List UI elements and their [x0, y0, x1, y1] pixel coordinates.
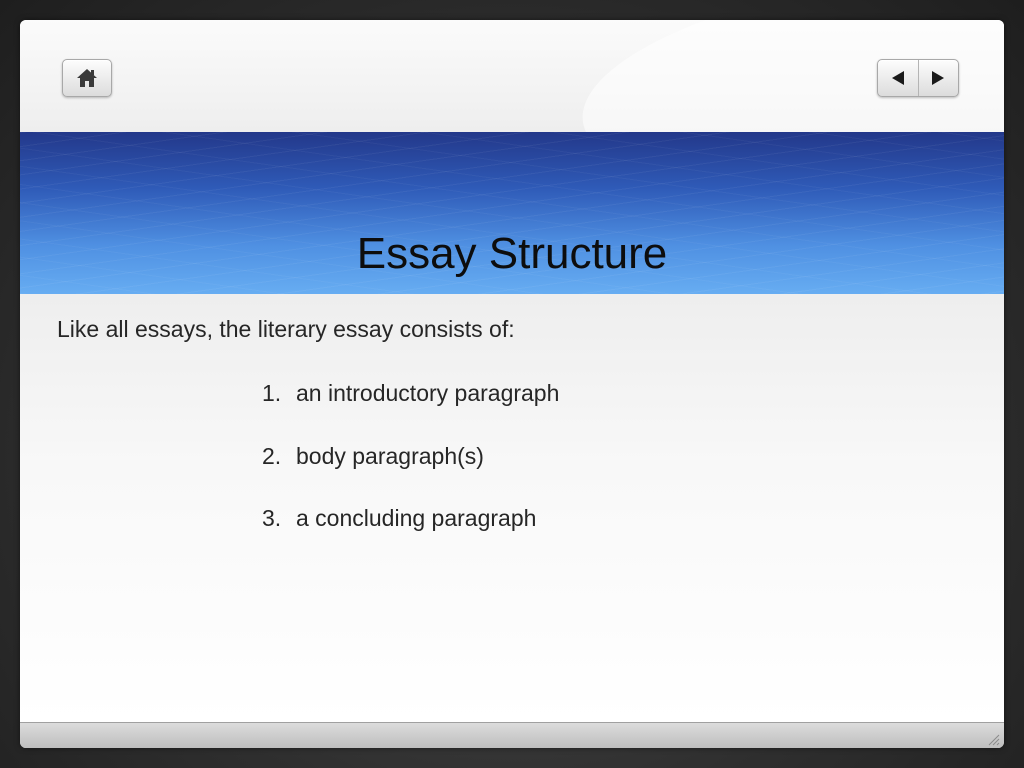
- status-bar: [20, 722, 1004, 748]
- list-number: 2.: [262, 442, 282, 469]
- list-item: 3. a concluding paragraph: [262, 503, 559, 566]
- list-text: body paragraph(s): [296, 442, 484, 469]
- essay-parts-list: 1. an introductory paragraph 2. body parag…: [262, 378, 559, 566]
- intro-text: Like all essays, the literary essay cons…: [57, 316, 515, 342]
- list-item: 1. an introductory paragraph: [262, 378, 559, 441]
- triangle-left-icon: [891, 71, 904, 85]
- top-toolbar: [20, 20, 1004, 132]
- navigation-buttons: [877, 59, 959, 97]
- list-text: a concluding paragraph: [296, 505, 537, 531]
- slide-body: Like all essays, the literary essay cons…: [20, 294, 1004, 722]
- list-number: 1.: [262, 380, 282, 406]
- home-button[interactable]: [62, 59, 112, 97]
- next-slide-button[interactable]: [917, 60, 959, 96]
- slide-viewer-window: Essay Structure Like all essays, the lit…: [20, 20, 1004, 748]
- list-number: 3.: [262, 505, 282, 531]
- triangle-right-icon: [932, 71, 945, 85]
- list-item: 2. body paragraph(s): [262, 441, 559, 504]
- home-icon: [77, 69, 97, 87]
- resize-grip-icon[interactable]: [986, 732, 1000, 746]
- previous-slide-button[interactable]: [878, 60, 918, 96]
- slide-title: Essay Structure: [356, 229, 668, 278]
- title-banner: Essay Structure: [20, 132, 1004, 294]
- list-text: an introductory paragraph: [296, 380, 560, 406]
